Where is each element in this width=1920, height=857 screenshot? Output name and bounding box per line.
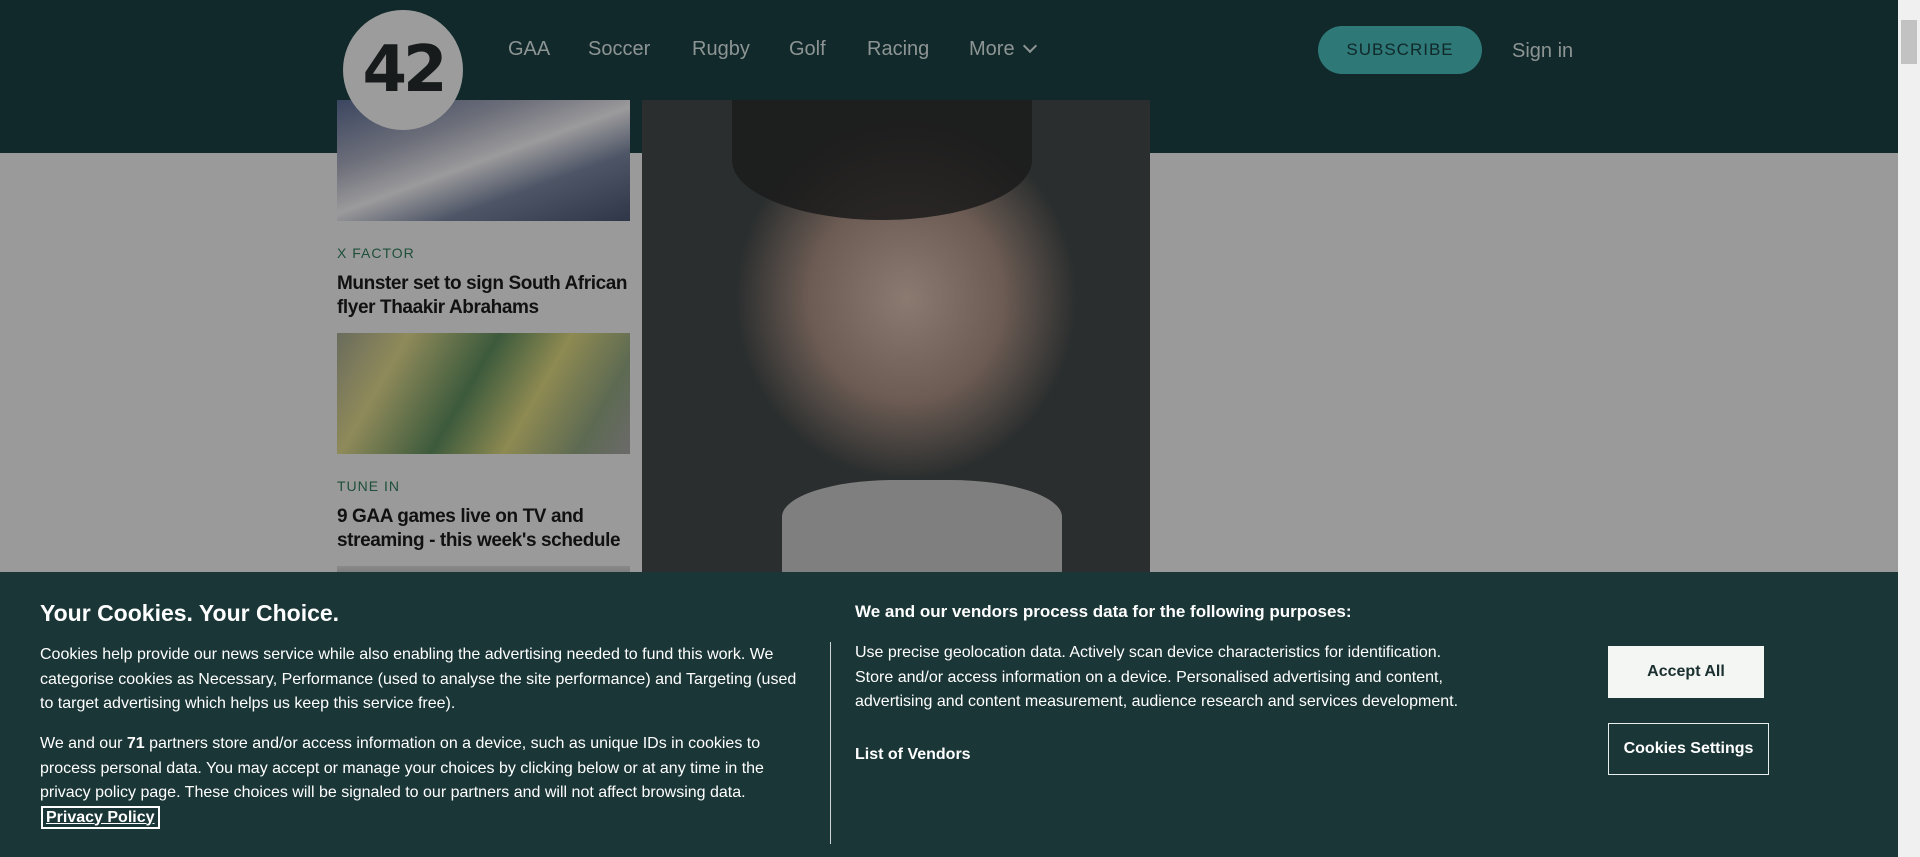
purposes-text: Use precise geolocation data. Actively s…: [855, 644, 1459, 710]
privacy-policy-link[interactable]: Privacy Policy: [41, 805, 160, 829]
cookies-settings-button[interactable]: Cookies Settings: [1608, 723, 1769, 775]
hero-image-detail: [782, 480, 1062, 572]
partners-text-before: We and our: [40, 735, 127, 752]
cookie-banner: Your Cookies. Your Choice. Cookies help …: [0, 572, 1898, 857]
article-headline[interactable]: Munster set to sign South African flyer …: [337, 272, 630, 320]
subscribe-button[interactable]: SUBSCRIBE: [1318, 26, 1482, 74]
article-kicker[interactable]: TUNE IN: [337, 478, 630, 494]
article-column: X FACTOR Munster set to sign South Afric…: [337, 100, 630, 572]
nav-item-more[interactable]: More: [969, 38, 1037, 61]
article-thumbnail[interactable]: [337, 333, 630, 454]
nav-item-rugby[interactable]: Rugby: [692, 38, 750, 61]
sign-in-link[interactable]: Sign in: [1512, 40, 1573, 63]
article-headline[interactable]: 9 GAA games live on TV and streaming - t…: [337, 505, 630, 553]
list-of-vendors-link[interactable]: List of Vendors: [855, 746, 971, 764]
nav-item-golf[interactable]: Golf: [789, 38, 826, 61]
cookie-description: Cookies help provide our news service wh…: [40, 646, 797, 712]
cookie-partners-text: We and our 71 partners store and/or acce…: [40, 732, 800, 830]
cookie-title: Your Cookies. Your Choice.: [40, 600, 340, 626]
scrollbar-thumb[interactable]: [1901, 20, 1917, 64]
hero-image[interactable]: [642, 100, 1150, 572]
page-scrollbar[interactable]: [1898, 0, 1920, 857]
partners-text-after: partners store and/or access information…: [40, 735, 764, 801]
chevron-down-icon: [1022, 38, 1037, 54]
article-kicker[interactable]: X FACTOR: [337, 245, 630, 261]
banner-divider: [830, 642, 831, 844]
partners-count: 71: [126, 735, 145, 752]
nav-item-racing[interactable]: Racing: [867, 38, 929, 61]
nav-item-gaa[interactable]: GAA: [508, 38, 550, 61]
site-logo[interactable]: 42: [343, 10, 463, 130]
nav-item-soccer[interactable]: Soccer: [588, 38, 650, 61]
nav-more-label: More: [969, 38, 1015, 60]
accept-all-button[interactable]: Accept All: [1608, 646, 1764, 698]
hero-image-detail: [732, 100, 1032, 220]
purposes-title: We and our vendors process data for the …: [855, 602, 1352, 621]
logo-text: 42: [362, 33, 447, 107]
